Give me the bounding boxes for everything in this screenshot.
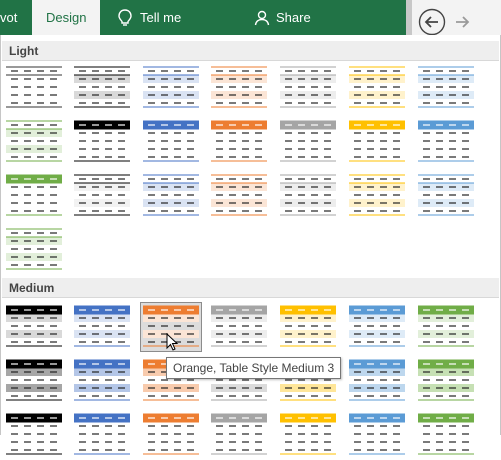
table-style-medium-7[interactable] xyxy=(415,302,477,352)
share-label: Share xyxy=(276,10,311,25)
table-style-thumbnail xyxy=(74,413,130,455)
table-style-medium-9[interactable] xyxy=(71,356,133,406)
table-style-thumbnail xyxy=(418,66,474,108)
table-style-light-15[interactable] xyxy=(3,171,65,221)
mouse-pointer-icon xyxy=(166,333,179,351)
table-style-light-22[interactable] xyxy=(3,225,65,275)
table-style-thumbnail xyxy=(280,305,336,347)
tell-me-box[interactable]: Tell me xyxy=(118,0,181,35)
table-style-thumbnail xyxy=(211,305,267,347)
table-style-thumbnail xyxy=(349,359,405,401)
section-header-medium: Medium xyxy=(2,278,499,298)
table-style-thumbnail xyxy=(74,305,130,347)
table-style-thumbnail xyxy=(6,174,62,216)
table-style-thumbnail xyxy=(280,413,336,455)
table-style-medium-19[interactable] xyxy=(277,410,339,460)
share-button[interactable]: Share xyxy=(254,0,311,35)
table-style-light-5[interactable] xyxy=(277,63,339,113)
table-style-thumbnail xyxy=(418,413,474,455)
forward-arrow-icon xyxy=(456,16,470,28)
table-style-light-18[interactable] xyxy=(208,171,270,221)
tab-design[interactable]: Design xyxy=(32,0,101,35)
table-style-thumbnail xyxy=(211,413,267,455)
table-style-light-6[interactable] xyxy=(346,63,408,113)
table-style-medium-21[interactable] xyxy=(415,410,477,460)
table-style-thumbnail xyxy=(6,120,62,162)
table-style-thumbnail xyxy=(74,120,130,162)
table-style-light-17[interactable] xyxy=(140,171,202,221)
table-style-thumbnail xyxy=(418,359,474,401)
table-style-thumbnail xyxy=(349,413,405,455)
table-style-thumbnail xyxy=(211,174,267,216)
forward-button[interactable] xyxy=(448,8,476,36)
table-style-thumbnail xyxy=(280,174,336,216)
table-style-thumbnail xyxy=(6,228,62,270)
table-style-medium-5[interactable] xyxy=(277,302,339,352)
person-icon xyxy=(254,10,270,25)
table-style-thumbnail xyxy=(280,66,336,108)
table-style-thumbnail xyxy=(418,305,474,347)
section-header-light: Light xyxy=(2,41,499,61)
table-style-thumbnail xyxy=(280,120,336,162)
table-style-medium-20[interactable] xyxy=(346,410,408,460)
table-style-medium-4[interactable] xyxy=(208,302,270,352)
table-style-medium-15[interactable] xyxy=(3,410,65,460)
table-style-thumbnail xyxy=(143,120,199,162)
table-style-thumbnail xyxy=(418,120,474,162)
style-tooltip: Orange, Table Style Medium 3 xyxy=(166,357,342,379)
table-style-thumbnail xyxy=(6,66,62,108)
table-style-thumbnail xyxy=(418,174,474,216)
table-style-light-19[interactable] xyxy=(277,171,339,221)
table-style-thumbnail xyxy=(74,359,130,401)
table-style-thumbnail xyxy=(6,359,62,401)
table-style-medium-17[interactable] xyxy=(140,410,202,460)
table-style-thumbnail xyxy=(349,120,405,162)
table-style-light-3[interactable] xyxy=(140,63,202,113)
table-style-light-21[interactable] xyxy=(415,171,477,221)
table-style-thumbnail xyxy=(143,66,199,108)
table-style-light-9[interactable] xyxy=(71,117,133,167)
table-style-thumbnail xyxy=(349,305,405,347)
table-style-thumbnail xyxy=(211,66,267,108)
table-style-thumbnail xyxy=(6,413,62,455)
table-style-medium-16[interactable] xyxy=(71,410,133,460)
table-style-light-13[interactable] xyxy=(346,117,408,167)
table-style-light-4[interactable] xyxy=(208,63,270,113)
table-style-medium-2[interactable] xyxy=(71,302,133,352)
table-style-light-12[interactable] xyxy=(277,117,339,167)
table-style-thumbnail xyxy=(6,305,62,347)
table-style-thumbnail xyxy=(143,174,199,216)
ribbon-tab-bar: vot Design Tell me Share xyxy=(0,0,406,35)
table-style-medium-14[interactable] xyxy=(415,356,477,406)
table-style-light-11[interactable] xyxy=(208,117,270,167)
table-style-thumbnail xyxy=(143,413,199,455)
table-style-light-14[interactable] xyxy=(415,117,477,167)
table-style-light-2[interactable] xyxy=(71,63,133,113)
table-style-light-7[interactable] xyxy=(415,63,477,113)
tell-me-label: Tell me xyxy=(140,10,182,25)
table-style-medium-8[interactable] xyxy=(3,356,65,406)
back-button[interactable] xyxy=(418,8,446,36)
table-style-light-8[interactable] xyxy=(3,117,65,167)
table-style-light-20[interactable] xyxy=(346,171,408,221)
table-style-thumbnail xyxy=(349,66,405,108)
table-style-medium-1[interactable] xyxy=(3,302,65,352)
table-style-medium-13[interactable] xyxy=(346,356,408,406)
tab-pivot-partial[interactable]: vot xyxy=(0,0,17,35)
table-style-thumbnail xyxy=(211,120,267,162)
table-style-medium-6[interactable] xyxy=(346,302,408,352)
table-style-thumbnail xyxy=(349,174,405,216)
table-style-light-16[interactable] xyxy=(71,171,133,221)
lightbulb-icon xyxy=(118,8,132,26)
table-style-light-10[interactable] xyxy=(140,117,202,167)
table-style-thumbnail xyxy=(74,66,130,108)
table-style-medium-18[interactable] xyxy=(208,410,270,460)
table-style-thumbnail xyxy=(74,174,130,216)
back-arrow-icon xyxy=(418,8,446,36)
table-style-light-1[interactable] xyxy=(3,63,65,113)
